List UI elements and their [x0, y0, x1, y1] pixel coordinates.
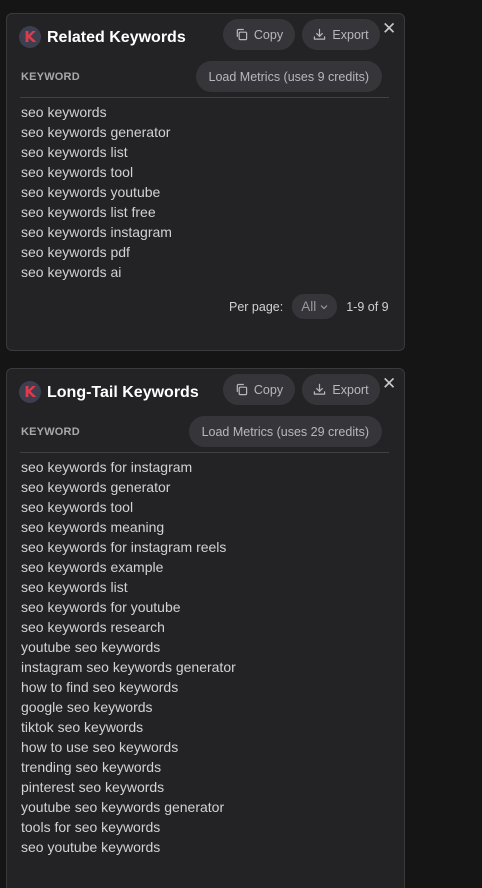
keyword-item: tiktok seo keywords	[21, 719, 144, 735]
keyword-item: youtube seo keywords generator	[21, 799, 225, 815]
export-button[interactable]: Export	[302, 374, 380, 405]
keyword-item: pinterest seo keywords	[21, 779, 165, 795]
keyword-item: seo keywords instagram	[21, 224, 172, 240]
keyword-item: google seo keywords	[21, 699, 153, 715]
keyword-item: seo keywords for instagram	[21, 459, 193, 475]
keyword-item: seo keywords research	[21, 619, 165, 635]
keyword-column-header: KEYWORD	[21, 426, 80, 438]
keyword-item: seo keywords list	[21, 579, 128, 595]
keyword-item: seo keywords youtube	[21, 184, 161, 200]
keyword-item: seo keywords for youtube	[21, 599, 181, 615]
copy-icon	[236, 383, 248, 396]
keyword-item: trending seo keywords	[21, 759, 162, 775]
header-divider	[20, 452, 389, 453]
keyword-item: seo keywords for instagram reels	[21, 539, 227, 555]
copy-button-label: Copy	[253, 27, 284, 42]
per-page-label: Per page:	[229, 299, 284, 314]
keyword-item: tools for seo keywords	[21, 819, 161, 835]
load-metrics-button[interactable]: Load Metrics (uses 29 credits)	[188, 416, 382, 447]
keyword-item: seo keywords list free	[21, 204, 156, 220]
chevron-down-icon	[320, 304, 328, 309]
close-icon[interactable]: ✕	[382, 20, 396, 37]
panel-title: Long-Tail Keywords	[47, 384, 199, 401]
keyword-tool-logo-icon: K	[19, 26, 41, 48]
header-divider	[20, 97, 389, 98]
copy-icon	[236, 28, 248, 41]
keyword-column-header: KEYWORD	[21, 71, 80, 83]
keyword-item: how to use seo keywords	[21, 739, 179, 755]
pagination: Per page: All 1-9 of 9	[229, 294, 389, 319]
per-page-value: All	[301, 299, 317, 314]
panel-title: Related Keywords	[47, 29, 186, 46]
load-metrics-button[interactable]: Load Metrics (uses 9 credits)	[195, 61, 382, 92]
export-button[interactable]: Export	[302, 19, 380, 50]
copy-button[interactable]: Copy	[223, 374, 295, 405]
keyword-item: seo keywords meaning	[21, 519, 165, 535]
copy-button-label: Copy	[253, 382, 284, 397]
keyword-item: seo keywords list	[21, 144, 128, 160]
keyword-item: seo keywords	[21, 104, 107, 120]
keyword-item: seo keywords generator	[21, 124, 171, 140]
keyword-item: seo keywords generator	[21, 479, 171, 495]
copy-button[interactable]: Copy	[223, 19, 295, 50]
close-icon[interactable]: ✕	[382, 375, 396, 392]
keyword-item: seo keywords tool	[21, 499, 134, 515]
keyword-item: seo keywords pdf	[21, 244, 130, 260]
download-icon	[314, 28, 326, 40]
keyword-list: seo keywords seo keywords generator seo ke…	[21, 102, 172, 282]
keyword-item: seo keywords tool	[21, 164, 134, 180]
per-page-select[interactable]: All	[292, 294, 338, 319]
long-tail-keywords-panel: K Long-Tail Keywords Copy Export ✕ KEYWO…	[6, 368, 405, 888]
keyword-item: seo keywords ai	[21, 264, 122, 280]
keyword-item: youtube seo keywords	[21, 639, 161, 655]
export-button-label: Export	[332, 27, 369, 42]
keyword-item: seo keywords example	[21, 559, 164, 575]
related-keywords-panel: K Related Keywords Copy Export ✕ KEYWORD…	[6, 13, 405, 351]
keyword-list: seo keywords for instagram seo keywords g…	[21, 457, 236, 857]
keyword-item: seo youtube keywords	[21, 839, 161, 855]
export-button-label: Export	[332, 382, 369, 397]
keyword-item: instagram seo keywords generator	[21, 659, 236, 675]
keyword-item: how to find seo keywords	[21, 679, 179, 695]
download-icon	[314, 383, 326, 395]
keyword-tool-logo-icon: K	[19, 381, 41, 403]
page-range: 1-9 of 9	[346, 299, 389, 314]
